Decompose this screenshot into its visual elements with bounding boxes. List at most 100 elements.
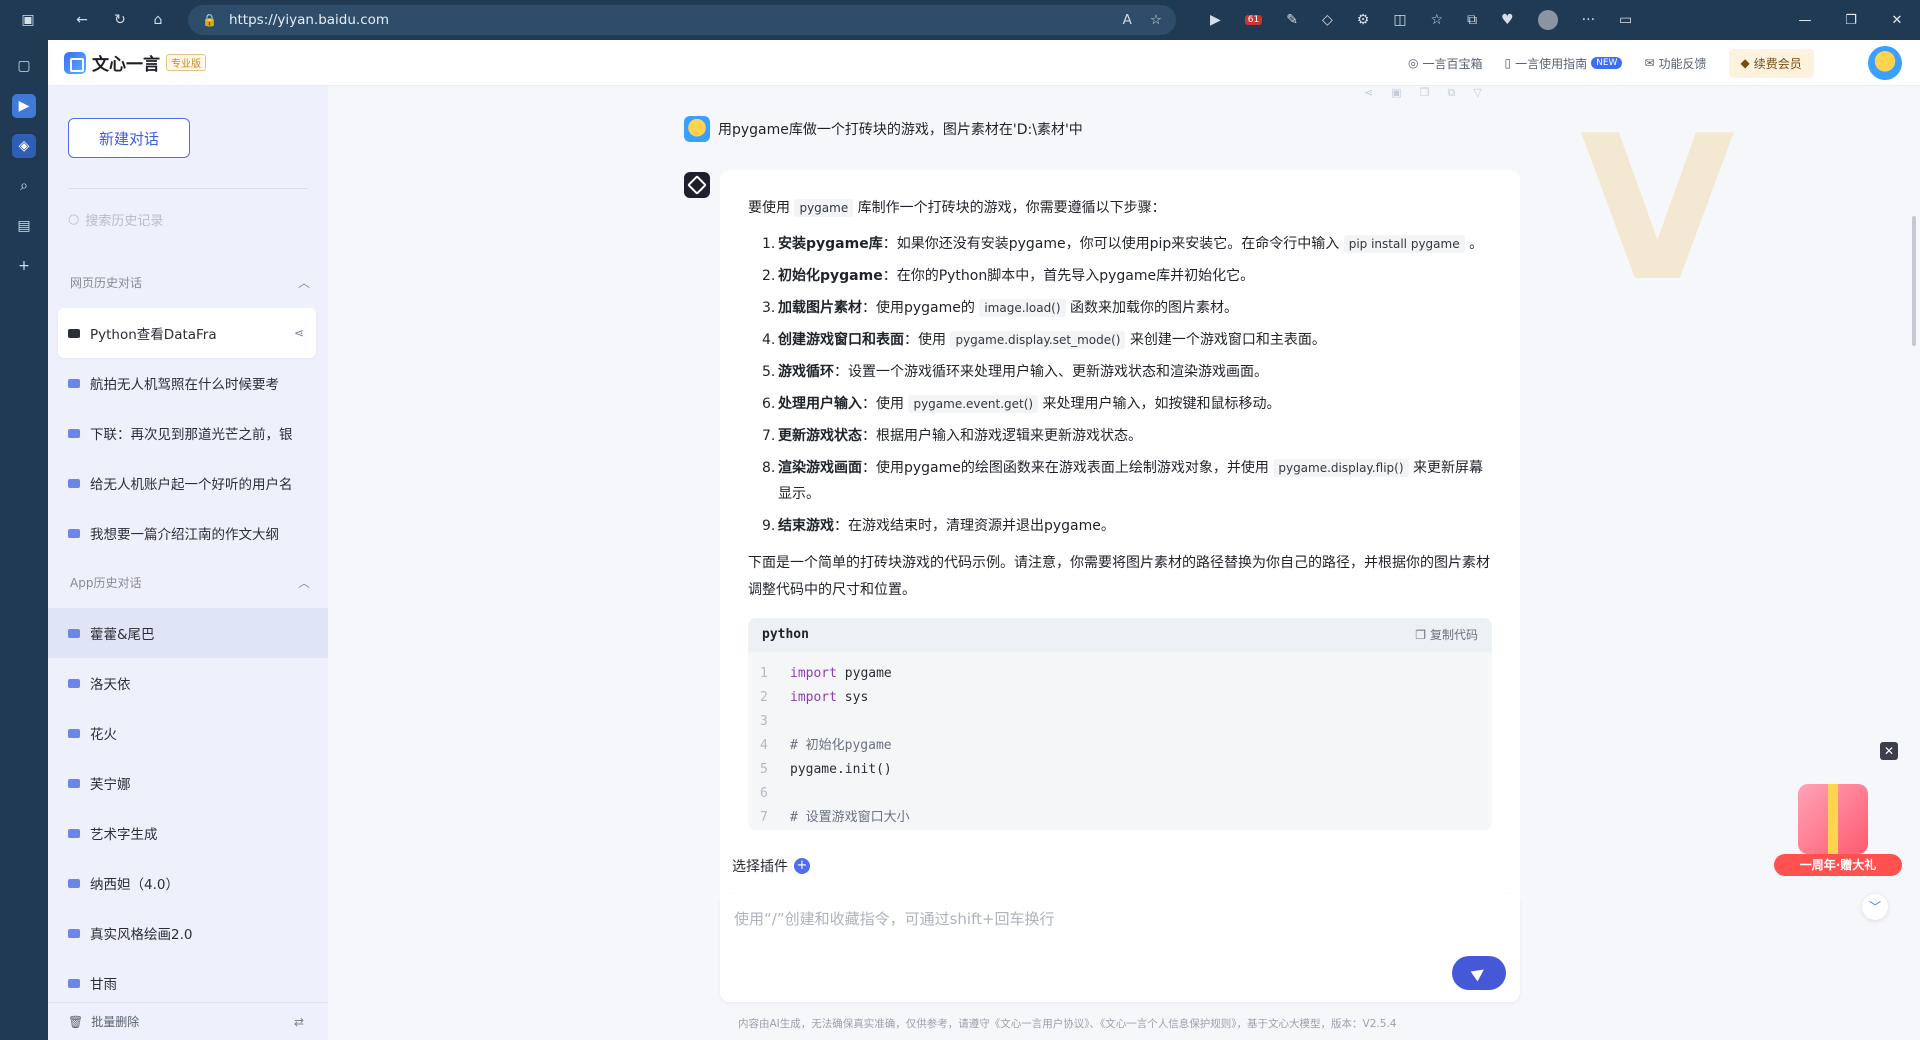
step-number: 4.	[762, 332, 776, 348]
favorites-icon[interactable]: ☆	[1431, 12, 1444, 28]
history-item-label: 芙宁娜	[90, 777, 131, 793]
minimize-icon[interactable]: —	[1782, 0, 1828, 40]
step-number: 5.	[762, 364, 776, 380]
close-icon[interactable]: ✕	[1874, 0, 1920, 40]
restore-icon[interactable]: ❐	[1828, 0, 1874, 40]
history-item-label: 真实风格绘画2.0	[90, 927, 193, 943]
logo[interactable]: 文心一言 专业版	[64, 50, 206, 75]
thumb-down-icon[interactable]: ▽	[1473, 86, 1481, 100]
step-title: 更新游戏状态	[778, 428, 862, 444]
chevron-up-icon[interactable]: ︿	[298, 274, 310, 291]
app-history-item[interactable]: 花火	[58, 708, 316, 758]
wallet-icon[interactable]: ▤	[12, 214, 36, 238]
bulb-icon: ◎	[1408, 56, 1419, 70]
guide-label: 一言使用指南	[1515, 56, 1588, 71]
history-item[interactable]: 航拍无人机驾照在什么时候要考	[58, 358, 316, 408]
extension-diamond-icon[interactable]: ◇	[1322, 12, 1333, 28]
step-text: ：设置一个游戏循环来处理用户输入、更新游戏状态和渲染游戏画面。	[834, 364, 1268, 380]
send-button[interactable]	[1452, 956, 1506, 990]
chevron-up-icon[interactable]: ︿	[298, 574, 310, 591]
history-item-label: 纳西妲（4.0）	[90, 877, 179, 893]
address-bar[interactable]: 🔒 https://yiyan.baidu.com A ☆	[188, 5, 1176, 35]
batch-delete-button[interactable]: 批量删除	[91, 1013, 139, 1030]
refresh-icon[interactable]: ↻	[110, 10, 130, 30]
toolbox-link[interactable]: ◎ 一言百宝箱	[1408, 55, 1483, 72]
chat-main: V ⋖ ▣ ❐ ⧉ ▽ 用pygame库做一个打砖块的游戏，图片素材在'D:\素…	[328, 86, 1920, 1040]
history-search[interactable]: ○ 搜索历史记录	[68, 204, 308, 234]
more-icon[interactable]: ···	[1582, 12, 1595, 28]
prompt-input[interactable]: 使用“/”创建和收藏指令，可通过shift+回车换行	[720, 894, 1520, 1002]
line-number: 5	[760, 762, 768, 777]
swap-icon[interactable]: ⇄	[294, 1015, 304, 1029]
line-number: 6	[760, 786, 768, 801]
input-placeholder: 使用“/”创建和收藏指令，可通过shift+回车换行	[734, 910, 1055, 928]
read-aloud-icon[interactable]: A	[1123, 12, 1132, 28]
web-history-header[interactable]: 网页历史对话 ︿	[70, 274, 310, 291]
image-icon[interactable]: ▣	[1391, 86, 1401, 100]
select-plugin-button[interactable]: 选择插件 +	[720, 848, 822, 884]
code-header: python ❐ 复制代码	[748, 618, 1492, 652]
extension-badge-icon[interactable]: 61	[1244, 15, 1263, 25]
back-icon[interactable]: ←	[72, 10, 92, 30]
copy-icon[interactable]: ❐	[1420, 86, 1430, 100]
share-icon[interactable]: ⋖	[1364, 86, 1373, 100]
guide-link[interactable]: ▯ 一言使用指南 NEW	[1505, 55, 1623, 72]
collections-icon[interactable]: ⧉	[1467, 12, 1477, 28]
search-icon[interactable]: ⌕	[12, 174, 36, 198]
chat-icon	[68, 378, 80, 388]
trash-icon[interactable]: 🗑	[68, 1015, 83, 1029]
user-message: 用pygame库做一个打砖块的游戏，图片素材在'D:\素材'中	[684, 116, 1083, 142]
share-icon[interactable]: ⋖	[294, 326, 304, 340]
history-sidebar: 新建对话 ○ 搜索历史记录 网页历史对话 ︿ Python查看DataFra ⋖…	[48, 86, 328, 1040]
diamond-icon: ◆	[1740, 56, 1750, 70]
profile-icon[interactable]	[1537, 10, 1558, 30]
history-item-label: 藿藿&尾巴	[90, 627, 155, 643]
step-tail: 来创建一个游戏窗口和主表面。	[1129, 332, 1326, 348]
puzzle-icon[interactable]: ⚙	[1357, 12, 1370, 28]
performance-icon[interactable]: ♥	[1501, 12, 1514, 28]
copy-code-button[interactable]: ❐ 复制代码	[1415, 619, 1478, 651]
new-chat-button[interactable]: 新建对话	[68, 118, 190, 158]
yiyan-app-icon[interactable]: ◈	[12, 134, 36, 158]
app-history-item[interactable]: 芙宁娜	[58, 758, 316, 808]
chat-icon	[68, 878, 80, 888]
history-item[interactable]: 下联：再次见到那道光芒之前，银	[58, 408, 316, 458]
history-item[interactable]: 给无人机账户起一个好听的用户名	[58, 458, 316, 508]
app-history-header[interactable]: App历史对话 ︿	[70, 574, 310, 591]
workspaces-icon[interactable]: ▣	[18, 10, 38, 30]
chat-icon	[68, 778, 80, 788]
media-icon[interactable]: ▶	[12, 94, 36, 118]
app-history-item[interactable]: 艺术字生成	[58, 808, 316, 858]
play-icon[interactable]: ▶	[1210, 12, 1221, 28]
close-promo-icon[interactable]: ✕	[1880, 742, 1898, 760]
app-history-item[interactable]: 洛天依	[58, 658, 316, 708]
history-item[interactable]: 我想要一篇介绍江南的作文大纲	[58, 508, 316, 558]
renew-member-button[interactable]: ◆ 续费会员	[1728, 48, 1814, 78]
add-icon[interactable]: +	[12, 254, 36, 278]
app-history-item[interactable]: 甘雨	[58, 958, 316, 1008]
split-view-icon[interactable]: ◫	[1393, 12, 1406, 28]
sidebar-toggle-icon[interactable]: ▭	[1619, 12, 1632, 28]
code-line: 1 import pygame	[760, 662, 1492, 686]
feedback-link[interactable]: ✉ 功能反馈	[1644, 55, 1706, 72]
app-history-item[interactable]: 真实风格绘画2.0	[58, 908, 316, 958]
history-item-label: 甘雨	[90, 977, 117, 993]
home-icon[interactable]: ⌂	[148, 10, 168, 30]
favorite-star-icon[interactable]: ☆	[1150, 12, 1162, 28]
scrollbar[interactable]	[1912, 216, 1916, 346]
line-number: 4	[760, 738, 768, 753]
user-avatar[interactable]	[1868, 46, 1902, 80]
tabs-icon[interactable]: ▢	[12, 54, 36, 78]
inline-code: pip install pygame	[1343, 235, 1465, 253]
history-item[interactable]: Python查看DataFra ⋖	[58, 308, 316, 358]
step-item: 9. 结束游戏：在游戏结束时，清理资源并退出pygame。	[762, 510, 1492, 542]
code-text: pygame.init()	[790, 762, 892, 777]
extension-icon[interactable]: ✎	[1286, 12, 1298, 28]
duplicate-icon[interactable]: ⧉	[1448, 86, 1456, 100]
app-history-item[interactable]: 纳西妲（4.0）	[58, 858, 316, 908]
step-title: 结束游戏	[778, 518, 834, 534]
app-history-item[interactable]: 藿藿&尾巴	[48, 608, 328, 658]
scroll-down-icon[interactable]: ﹀	[1862, 894, 1888, 920]
anniversary-promo[interactable]: 一周年·赠大礼	[1768, 774, 1908, 884]
code-body: 1 import pygame 2 import sys 3 4 # 初始化pygam…	[748, 652, 1492, 830]
